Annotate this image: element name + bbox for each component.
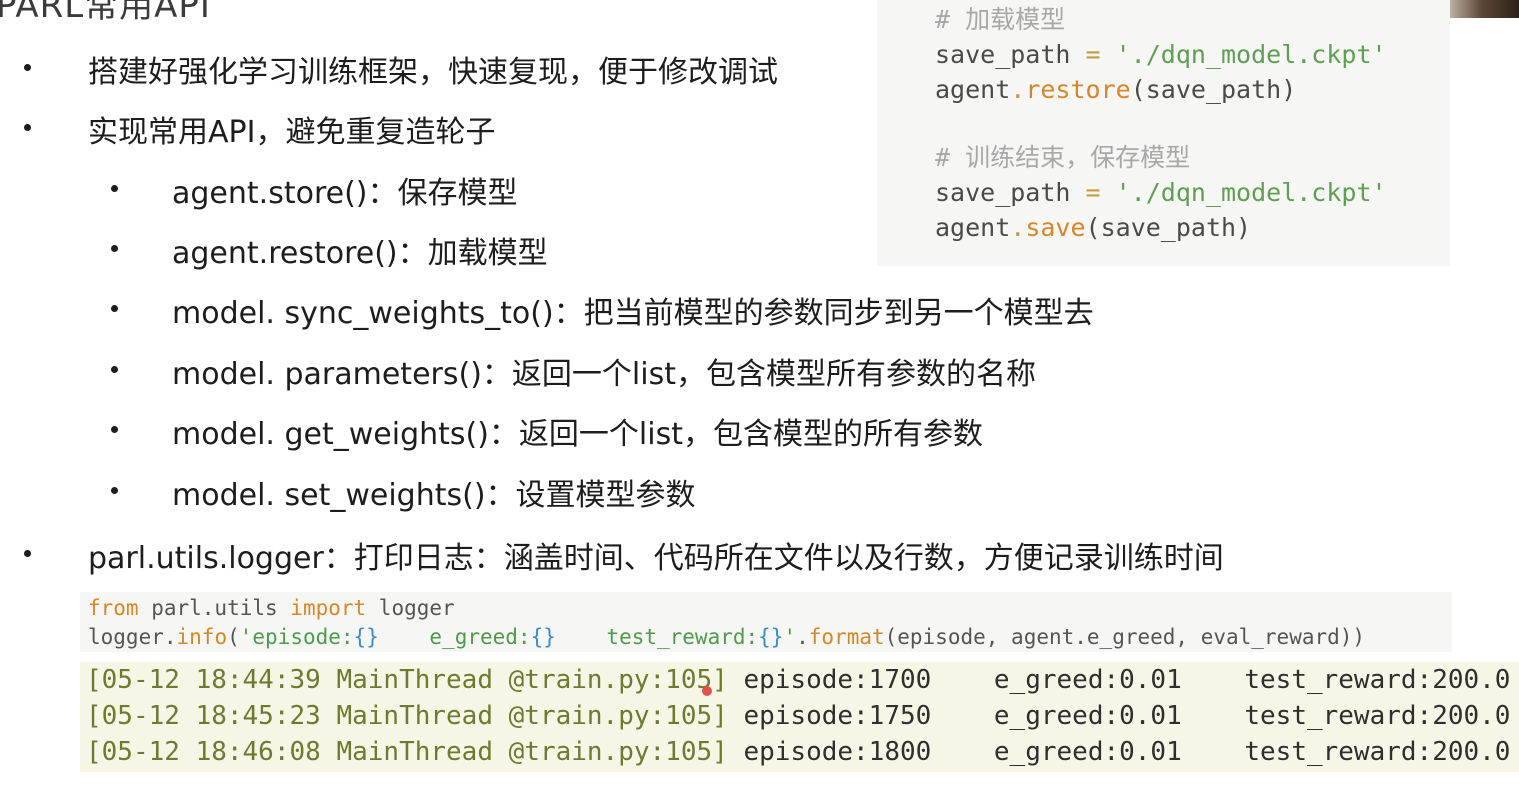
code-token: (save_path) bbox=[1130, 75, 1297, 104]
bullet-text: model. get_weights()：返回一个list，包含模型的所有参数 bbox=[172, 417, 983, 452]
log-prefix: [05-12 18:46:08 MainThread @train.py:105… bbox=[86, 737, 728, 767]
bullet-text: agent.restore()：加载模型 bbox=[172, 236, 548, 271]
bullet-dot-icon bbox=[111, 185, 118, 192]
sub-bullet-item: model. get_weights()：返回一个list，包含模型的所有参数 bbox=[111, 409, 983, 453]
mouse-pointer-icon bbox=[702, 686, 712, 696]
code-token: . bbox=[1010, 75, 1026, 104]
bullet-text: model. set_weights()：设置模型参数 bbox=[172, 478, 696, 513]
bullet-item: 实现常用API，避免重复造轮子 bbox=[24, 107, 496, 151]
code-token: logger bbox=[366, 596, 455, 620]
code-token: parl.utils bbox=[138, 596, 291, 620]
sub-bullet-item: agent.restore()：加载模型 bbox=[111, 228, 548, 272]
code-token: {} bbox=[758, 625, 784, 649]
code-token: test_reward: bbox=[555, 625, 759, 649]
log-message: episode:1750 e_greed:0.01 test_reward:20… bbox=[727, 701, 1511, 731]
bullet-text: 实现常用API，避免重复造轮子 bbox=[88, 115, 496, 150]
log-row: [05-12 18:46:08 MainThread @train.py:105… bbox=[86, 734, 1519, 770]
code-token: = bbox=[1070, 178, 1116, 207]
code-token: . bbox=[1010, 213, 1026, 242]
code-token: ( bbox=[227, 625, 240, 649]
code-token: format bbox=[808, 625, 885, 649]
bullet-dot-icon bbox=[111, 366, 118, 373]
code-token: 'episode: bbox=[239, 625, 354, 649]
sub-bullet-item: agent.store()：保存模型 bbox=[111, 168, 518, 212]
code-line-info: logger.info('episode:{} e_greed:{} test_… bbox=[88, 623, 1452, 652]
code-token: e_greed: bbox=[378, 625, 531, 649]
code-line-2: agent.restore(save_path) bbox=[935, 72, 1450, 107]
bullet-dot-icon bbox=[111, 245, 118, 252]
sub-bullet-item: model. sync_weights_to()：把当前模型的参数同步到另一个模… bbox=[111, 288, 1094, 332]
code-token: save bbox=[1025, 213, 1086, 242]
code-block-logger: from parl.utils import logger logger.info… bbox=[80, 592, 1452, 652]
code-token: logger. bbox=[88, 625, 177, 649]
code-comment-save: # 训练结束，保存模型 bbox=[935, 143, 1191, 172]
log-message: episode:1800 e_greed:0.01 test_reward:20… bbox=[727, 737, 1511, 767]
sub-bullet-item: model. parameters()：返回一个list，包含模型所有参数的名称 bbox=[111, 349, 1036, 393]
code-token: from bbox=[88, 596, 139, 620]
log-prefix: [05-12 18:45:23 MainThread @train.py:105… bbox=[86, 701, 728, 731]
log-row: [05-12 18:45:23 MainThread @train.py:105… bbox=[86, 698, 1519, 734]
log-prefix: [05-12 18:44:39 MainThread @train.py:105… bbox=[86, 665, 728, 695]
bullet-text: parl.utils.logger：打印日志：涵盖时间、代码所在文件以及行数，方… bbox=[88, 541, 1224, 576]
code-line-import: from parl.utils import logger bbox=[88, 594, 1452, 623]
code-token: './dqn_model.ckpt' bbox=[1115, 178, 1387, 207]
code-line-3: save_path = './dqn_model.ckpt' bbox=[935, 175, 1450, 210]
bullet-item: 搭建好强化学习训练框架，快速复现，便于修改调试 bbox=[24, 47, 778, 91]
bullet-text: agent.store()：保存模型 bbox=[172, 176, 518, 211]
sub-bullet-item: model. set_weights()：设置模型参数 bbox=[111, 470, 696, 514]
code-token: import bbox=[290, 596, 367, 620]
code-block-save-restore: # 加载模型 save_path = './dqn_model.ckpt' agen… bbox=[877, 0, 1450, 266]
code-token: = bbox=[1070, 40, 1116, 69]
log-message: episode:1700 e_greed:0.01 test_reward:20… bbox=[727, 665, 1511, 695]
bullet-text: model. sync_weights_to()：把当前模型的参数同步到另一个模… bbox=[172, 296, 1094, 331]
code-line-1: save_path = './dqn_model.ckpt' bbox=[935, 37, 1450, 72]
code-token: save_path bbox=[935, 40, 1071, 69]
slide-page: PARL常用API # 加载模型 save_path = './dqn_model… bbox=[0, 0, 1519, 801]
code-token: restore bbox=[1025, 75, 1131, 104]
code-token: save_path bbox=[935, 178, 1071, 207]
code-token: agent bbox=[935, 75, 1011, 104]
bullet-dot-icon bbox=[24, 550, 31, 557]
slide-title: PARL常用API bbox=[0, 0, 211, 26]
code-token: . bbox=[796, 625, 809, 649]
code-token: {} bbox=[530, 625, 556, 649]
bullet-dot-icon bbox=[24, 64, 31, 71]
code-token: (save_path) bbox=[1085, 213, 1252, 242]
bullet-item: parl.utils.logger：打印日志：涵盖时间、代码所在文件以及行数，方… bbox=[24, 533, 1224, 577]
bullet-text: model. parameters()：返回一个list，包含模型所有参数的名称 bbox=[172, 357, 1036, 392]
bullet-dot-icon bbox=[111, 426, 118, 433]
bullet-dot-icon bbox=[24, 124, 31, 131]
code-line-4: agent.save(save_path) bbox=[935, 210, 1450, 245]
bullet-text: 搭建好强化学习训练框架，快速复现，便于修改调试 bbox=[88, 55, 778, 90]
code-token: './dqn_model.ckpt' bbox=[1115, 40, 1387, 69]
code-token: agent bbox=[935, 213, 1011, 242]
bullet-dot-icon bbox=[111, 487, 118, 494]
code-token: (episode, agent.e_greed, eval_reward)) bbox=[884, 625, 1366, 649]
log-output: [05-12 18:44:39 MainThread @train.py:105… bbox=[80, 662, 1519, 772]
log-row: [05-12 18:44:39 MainThread @train.py:105… bbox=[86, 662, 1519, 698]
code-comment-load: # 加载模型 bbox=[935, 5, 1066, 34]
code-token: info bbox=[176, 625, 228, 649]
bullet-dot-icon bbox=[111, 305, 118, 312]
code-token: {} bbox=[353, 625, 379, 649]
code-token: ' bbox=[783, 625, 797, 649]
